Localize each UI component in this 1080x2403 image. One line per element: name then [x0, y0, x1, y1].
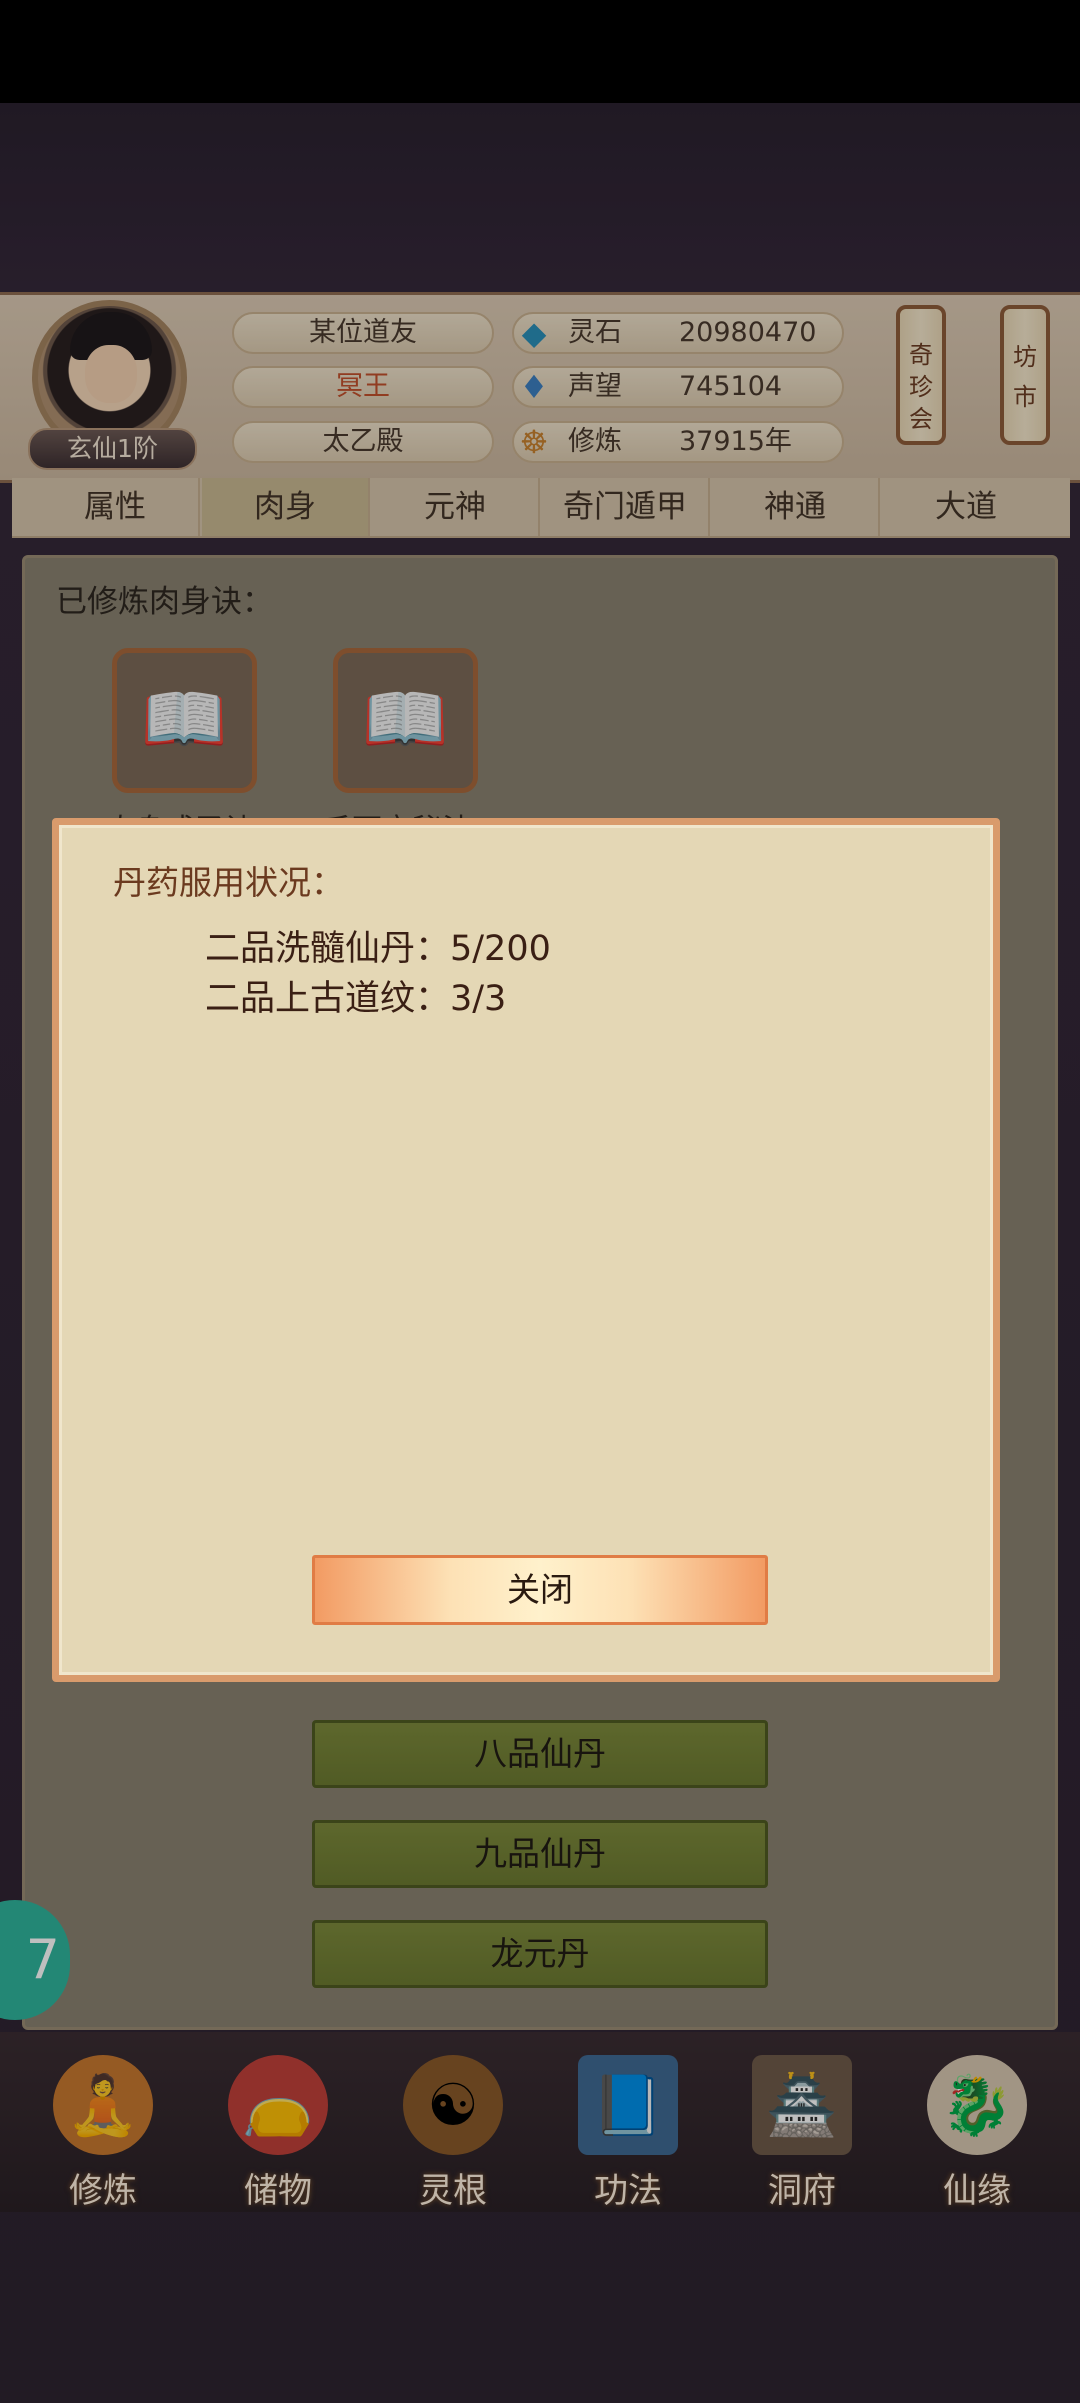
pill-status-line: 二品洗髓仙丹：5/200 [205, 929, 551, 969]
modal-title: 丹药服用状况： [113, 863, 344, 902]
close-button[interactable]: 关闭 [312, 1555, 768, 1625]
status-bar [0, 0, 1080, 103]
pill-status-line: 二品上古道纹：3/3 [205, 979, 507, 1019]
